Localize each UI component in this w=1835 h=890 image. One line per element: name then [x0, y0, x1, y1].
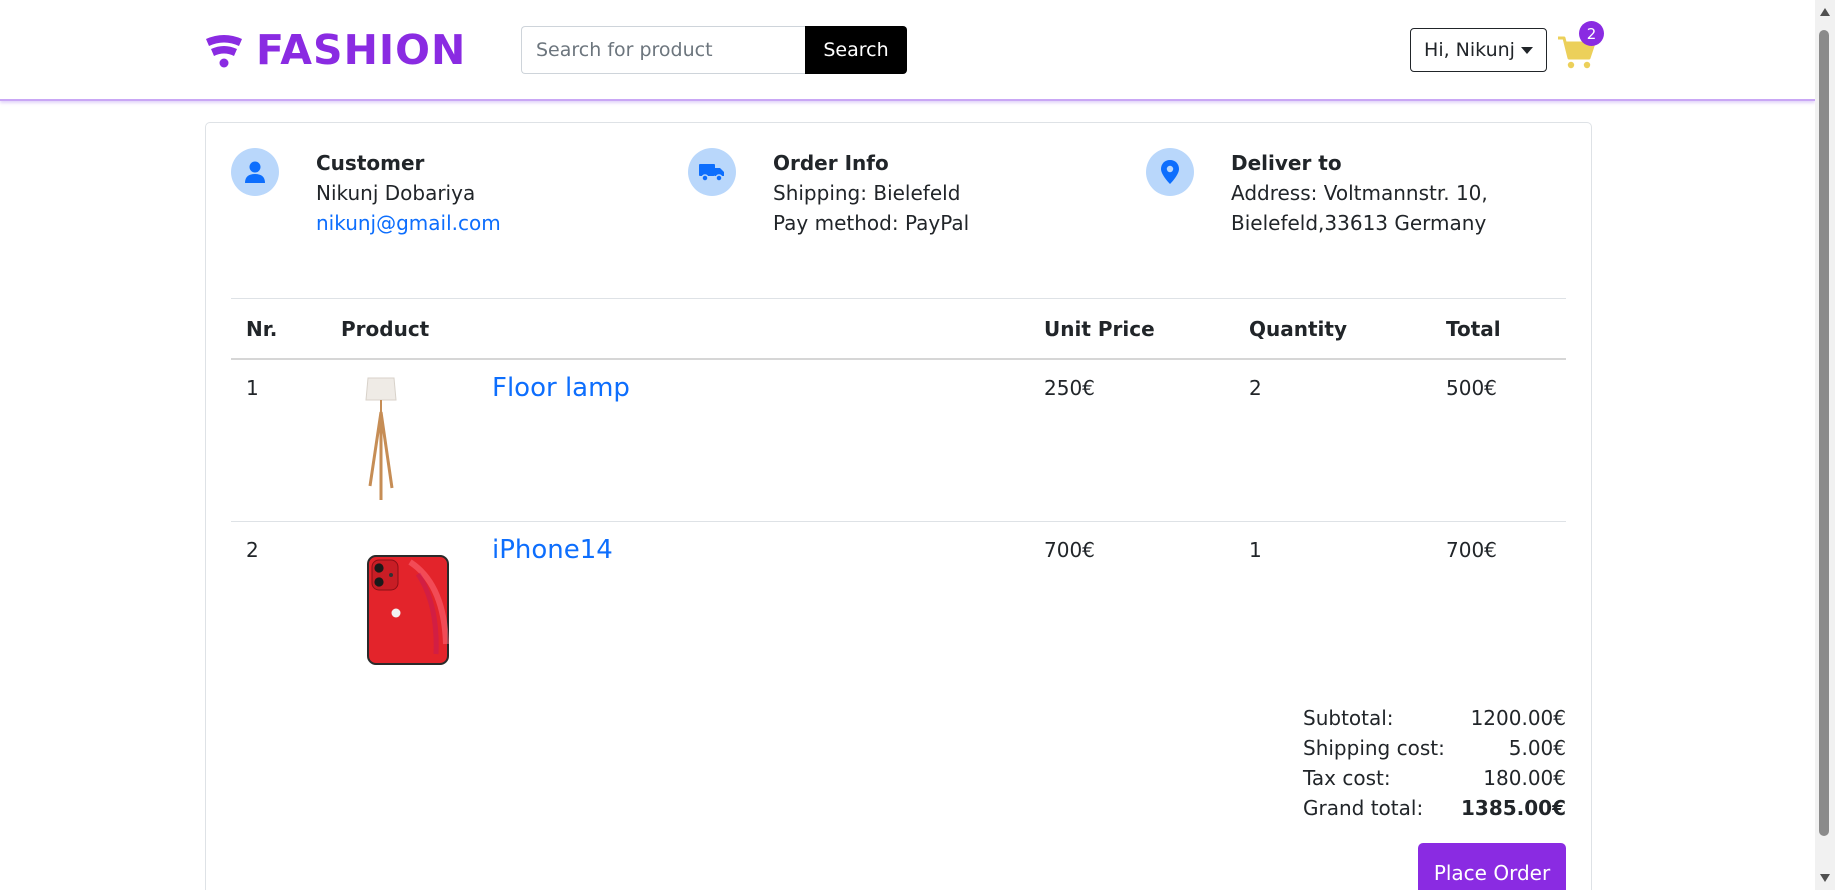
- header-unit-price: Unit Price: [1044, 317, 1155, 341]
- tax-value: 180.00€: [1483, 766, 1566, 790]
- grand-total-row: Grand total: 1385.00€: [1303, 793, 1566, 823]
- tax-row: Tax cost: 180.00€: [1303, 763, 1566, 793]
- subtotal-value: 1200.00€: [1470, 706, 1566, 730]
- table-header: Nr. Product Unit Price Quantity Total: [231, 298, 1566, 360]
- place-order-button[interactable]: Place Order: [1418, 843, 1566, 890]
- customer-title: Customer: [316, 151, 425, 175]
- cart-count-badge: 2: [1579, 21, 1604, 46]
- deliver-to-title: Deliver to: [1231, 151, 1342, 175]
- row-quantity: 1: [1249, 538, 1262, 562]
- scroll-up-arrow-icon[interactable]: [1820, 8, 1830, 16]
- product-link-iphone14[interactable]: iPhone14: [492, 535, 613, 565]
- page: FASHION Search Hi, Nikunj 2 Custom: [0, 0, 1835, 890]
- scroll-down-arrow-icon[interactable]: [1820, 874, 1830, 882]
- row-nr: 1: [246, 376, 259, 400]
- user-icon: [231, 148, 279, 196]
- search-form: Search: [521, 26, 907, 74]
- deliver-to-info: Deliver to Address: Voltmannstr. 10, Bie…: [1146, 148, 1488, 238]
- scroll-thumb[interactable]: [1819, 30, 1829, 836]
- iphone-image[interactable]: [366, 554, 450, 666]
- grand-total-label: Grand total:: [1303, 796, 1424, 820]
- order-items-table: Nr. Product Unit Price Quantity Total 1 …: [231, 298, 1566, 672]
- header-product: Product: [341, 317, 430, 341]
- row-nr: 2: [246, 538, 259, 562]
- navbar: FASHION Search Hi, Nikunj 2: [0, 0, 1815, 101]
- brand-wifi-icon: [206, 35, 242, 68]
- search-input[interactable]: [521, 26, 805, 74]
- order-info: Order Info Shipping: Bielefeld Pay metho…: [688, 148, 969, 238]
- tax-label: Tax cost:: [1303, 766, 1391, 790]
- grand-total-value: 1385.00€: [1460, 796, 1566, 820]
- user-menu-dropdown[interactable]: Hi, Nikunj: [1410, 28, 1547, 72]
- table-row: 1 Floor lamp 250€ 2 500€: [231, 360, 1566, 522]
- brand-logo[interactable]: FASHION: [204, 24, 466, 76]
- customer-email-link[interactable]: nikunj@gmail.com: [316, 208, 501, 238]
- row-quantity: 2: [1249, 376, 1262, 400]
- shipping-row: Shipping cost: 5.00€: [1303, 733, 1566, 763]
- search-button[interactable]: Search: [805, 26, 907, 74]
- order-shipping: Shipping: Bielefeld: [773, 181, 961, 205]
- brand-name: FASHION: [256, 26, 467, 74]
- row-total: 700€: [1446, 538, 1497, 562]
- row-unit-price: 700€: [1044, 538, 1095, 562]
- header-quantity: Quantity: [1249, 317, 1347, 341]
- row-total: 500€: [1446, 376, 1497, 400]
- user-menu-label: Hi, Nikunj: [1424, 39, 1515, 61]
- shipping-label: Shipping cost:: [1303, 736, 1445, 760]
- page-scrollbar[interactable]: [1815, 0, 1835, 890]
- order-pay-method: Pay method: PayPal: [773, 211, 970, 235]
- map-pin-icon: [1146, 148, 1194, 196]
- deliver-address-line1: Address: Voltmannstr. 10,: [1231, 181, 1488, 205]
- table-row: 2 iPhone14 700€ 1 700€: [231, 522, 1566, 672]
- header-total: Total: [1446, 317, 1501, 341]
- row-unit-price: 250€: [1044, 376, 1095, 400]
- customer-name: Nikunj Dobariya: [316, 181, 476, 205]
- subtotal-label: Subtotal:: [1303, 706, 1394, 730]
- order-info-title: Order Info: [773, 151, 889, 175]
- floor-lamp-image[interactable]: [361, 376, 401, 502]
- product-link-floor-lamp[interactable]: Floor lamp: [492, 373, 630, 403]
- order-totals: Subtotal: 1200.00€ Shipping cost: 5.00€ …: [1303, 703, 1566, 823]
- subtotal-row: Subtotal: 1200.00€: [1303, 703, 1566, 733]
- caret-down-icon: [1520, 46, 1533, 54]
- shipping-value: 5.00€: [1508, 736, 1566, 760]
- header-nr: Nr.: [246, 317, 278, 341]
- customer-info: Customer Nikunj Dobariya nikunj@gmail.co…: [231, 148, 501, 238]
- deliver-address-line2: Bielefeld,33613 Germany: [1231, 211, 1487, 235]
- truck-icon: [688, 148, 736, 196]
